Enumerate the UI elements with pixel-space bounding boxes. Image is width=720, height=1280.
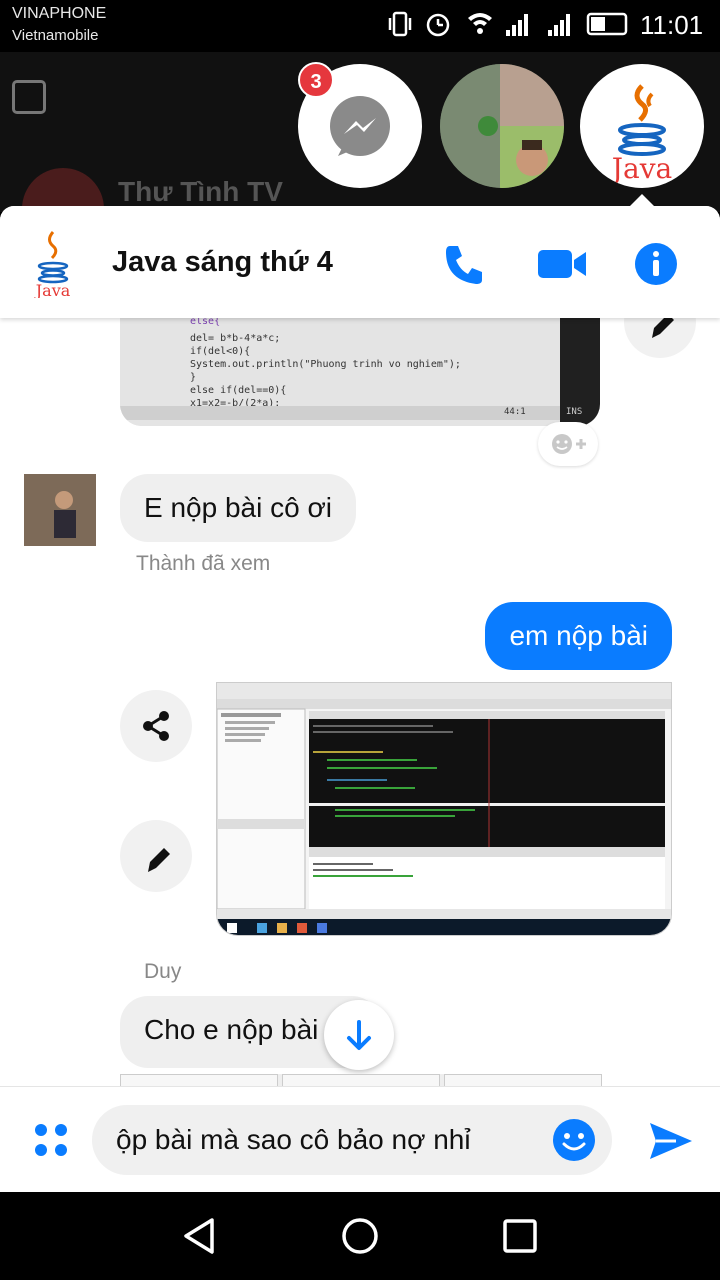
editor-mode: INS bbox=[566, 407, 583, 417]
add-reaction-button[interactable] bbox=[538, 422, 598, 466]
message-input[interactable]: ộp bài mà sao cô bảo nợ nhỉ bbox=[92, 1105, 612, 1175]
picture-in-picture-icon[interactable] bbox=[12, 80, 46, 114]
avatar[interactable] bbox=[24, 474, 96, 546]
message-input-value[interactable]: ộp bài mà sao cô bảo nợ nhỉ bbox=[116, 1124, 536, 1156]
seen-indicator: Thành đã xem bbox=[136, 552, 271, 575]
carrier-secondary: Vietnamobile bbox=[12, 27, 99, 44]
background-chat-title: Thư Tình TV bbox=[118, 176, 283, 207]
alarm-icon bbox=[426, 13, 450, 37]
composer: ộp bài mà sao cô bảo nợ nhỉ bbox=[0, 1086, 720, 1192]
java-logo-icon: Java bbox=[609, 84, 672, 185]
add-reaction-icon bbox=[552, 434, 586, 454]
video-call-icon[interactable] bbox=[536, 242, 588, 286]
navigation-bar bbox=[0, 1192, 720, 1280]
status-icons bbox=[388, 11, 628, 37]
netbeans-screenshot bbox=[217, 683, 671, 935]
wifi-icon bbox=[468, 13, 492, 34]
message-text: em nộp bài bbox=[509, 620, 648, 651]
recents-icon[interactable] bbox=[500, 1216, 540, 1256]
chat-panel: Java Java sáng thứ 4 } else{ del= b*b-4*… bbox=[0, 206, 720, 1192]
group-chat-head[interactable] bbox=[440, 64, 564, 188]
editor-status-bar bbox=[120, 406, 560, 420]
code-editor-photo: } else{ del= b*b-4*a*c; if(del<0){ Syste… bbox=[120, 302, 560, 426]
code-line: } bbox=[190, 372, 197, 383]
code-photo-message[interactable]: } else{ del= b*b-4*a*c; if(del<0){ Syste… bbox=[120, 302, 600, 426]
share-button[interactable] bbox=[120, 690, 192, 762]
outgoing-message[interactable]: em nộp bài bbox=[485, 602, 672, 670]
send-icon[interactable] bbox=[646, 1119, 694, 1163]
code-line: if(del<0){ bbox=[190, 346, 251, 357]
avatar-photo bbox=[24, 474, 96, 546]
editor-cursor-position: 44:1 bbox=[504, 407, 526, 417]
conversation-header: Java Java sáng thứ 4 bbox=[0, 206, 720, 318]
message-text: E nộp bài cô ơi bbox=[144, 492, 333, 523]
java-chat-head[interactable]: Java bbox=[580, 64, 704, 188]
more-actions-icon[interactable] bbox=[32, 1121, 72, 1161]
code-line: System.out.println("Phuong trinh vo nghi… bbox=[190, 359, 461, 370]
info-icon[interactable] bbox=[634, 242, 678, 286]
code-lines: } else{ del= b*b-4*a*c; if(del<0){ Syste… bbox=[190, 302, 461, 410]
scroll-to-bottom-button[interactable] bbox=[324, 1000, 394, 1070]
sender-name: Duy bbox=[144, 960, 182, 983]
home-icon[interactable] bbox=[340, 1216, 380, 1256]
status-bar: VINAPHONE Vietnamobile 11:01 bbox=[0, 0, 720, 52]
share-icon bbox=[143, 711, 169, 741]
svg-text:Java: Java bbox=[34, 281, 71, 298]
photo-edge: INS bbox=[560, 302, 600, 426]
pencil-icon bbox=[148, 848, 170, 872]
emoji-icon[interactable] bbox=[552, 1118, 596, 1162]
signal-icon-2 bbox=[548, 14, 570, 36]
code-line: del= b*b-4*a*c; bbox=[190, 333, 281, 344]
clock: 11:01 bbox=[640, 10, 704, 40]
battery-icon bbox=[586, 12, 628, 36]
svg-text:Java: Java bbox=[609, 152, 672, 185]
signal-icon-1 bbox=[506, 14, 528, 36]
conversation-title: Java sáng thứ 4 bbox=[112, 246, 333, 278]
carrier-primary: VINAPHONE bbox=[12, 5, 107, 22]
edit-photo-button[interactable] bbox=[120, 820, 192, 892]
unread-badge: 3 bbox=[298, 62, 334, 98]
group-photo bbox=[440, 64, 564, 188]
message-text: Cho e nộp bài bbox=[144, 1014, 319, 1045]
conversation-avatar[interactable]: Java bbox=[22, 230, 84, 298]
back-icon[interactable] bbox=[180, 1216, 220, 1256]
arrow-down-icon bbox=[347, 1020, 371, 1050]
vibrate-icon bbox=[388, 11, 412, 37]
incoming-message[interactable]: E nộp bài cô ơi bbox=[120, 474, 357, 542]
phone-call-icon[interactable] bbox=[442, 242, 486, 286]
code-line: else if(del==0){ bbox=[190, 385, 287, 396]
ide-screenshot-message[interactable] bbox=[216, 682, 672, 936]
